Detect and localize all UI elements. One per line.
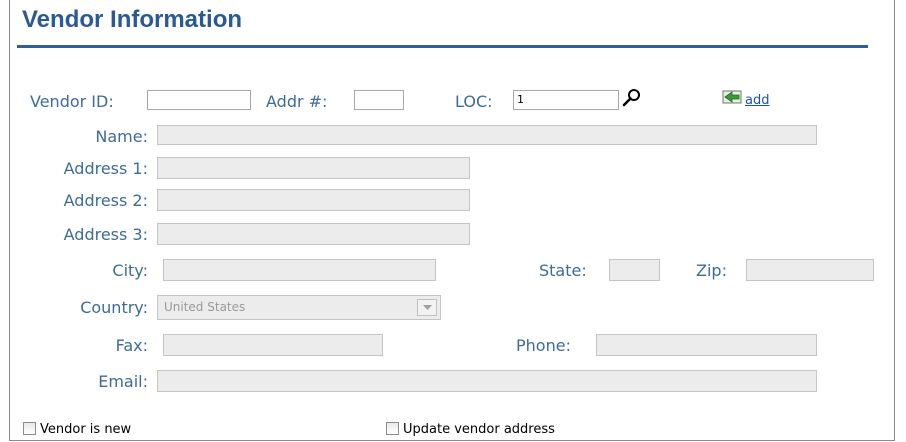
zip-input[interactable]	[746, 259, 874, 281]
name-input[interactable]	[157, 125, 817, 145]
addr-no-input[interactable]	[354, 90, 404, 110]
addr-no-label: Addr #:	[266, 92, 328, 111]
address3-label: Address 3:	[63, 225, 148, 244]
section-title: Vendor Information	[22, 6, 243, 33]
add-green-arrow-icon[interactable]	[722, 90, 742, 104]
email-label: Email:	[98, 372, 148, 391]
state-label: State:	[539, 261, 587, 280]
loc-label: LOC:	[455, 92, 493, 111]
update-vendor-address-label: Update vendor address	[403, 422, 555, 437]
phone-input[interactable]	[596, 334, 817, 356]
fax-input[interactable]	[163, 334, 383, 356]
country-select[interactable]: United States	[157, 295, 441, 320]
chevron-down-icon	[423, 305, 432, 310]
vendor-id-label: Vendor ID:	[30, 92, 114, 111]
update-vendor-address-checkbox[interactable]	[386, 422, 399, 435]
loc-input[interactable]: 1	[513, 90, 619, 110]
vendor-is-new-label: Vendor is new	[40, 422, 132, 437]
address1-label: Address 1:	[63, 159, 148, 178]
country-value: United States	[164, 300, 246, 314]
vendor-id-input[interactable]	[147, 90, 251, 110]
name-label: Name:	[95, 127, 148, 146]
vendor-is-new-checkbox[interactable]	[23, 422, 36, 435]
address2-label: Address 2:	[63, 191, 148, 210]
address2-input[interactable]	[157, 189, 470, 211]
state-input[interactable]	[609, 259, 660, 281]
city-input[interactable]	[163, 259, 436, 281]
search-icon[interactable]	[622, 88, 642, 108]
address3-input[interactable]	[157, 223, 470, 245]
phone-label: Phone:	[516, 336, 571, 355]
email-input[interactable]	[157, 370, 817, 392]
add-link[interactable]: add	[745, 93, 769, 108]
fax-label: Fax:	[115, 336, 148, 355]
country-dropdown-button[interactable]	[417, 299, 437, 316]
city-label: City:	[112, 261, 148, 280]
address1-input[interactable]	[157, 157, 470, 179]
country-label: Country:	[80, 298, 148, 317]
zip-label: Zip:	[696, 261, 727, 280]
title-divider	[17, 45, 868, 48]
